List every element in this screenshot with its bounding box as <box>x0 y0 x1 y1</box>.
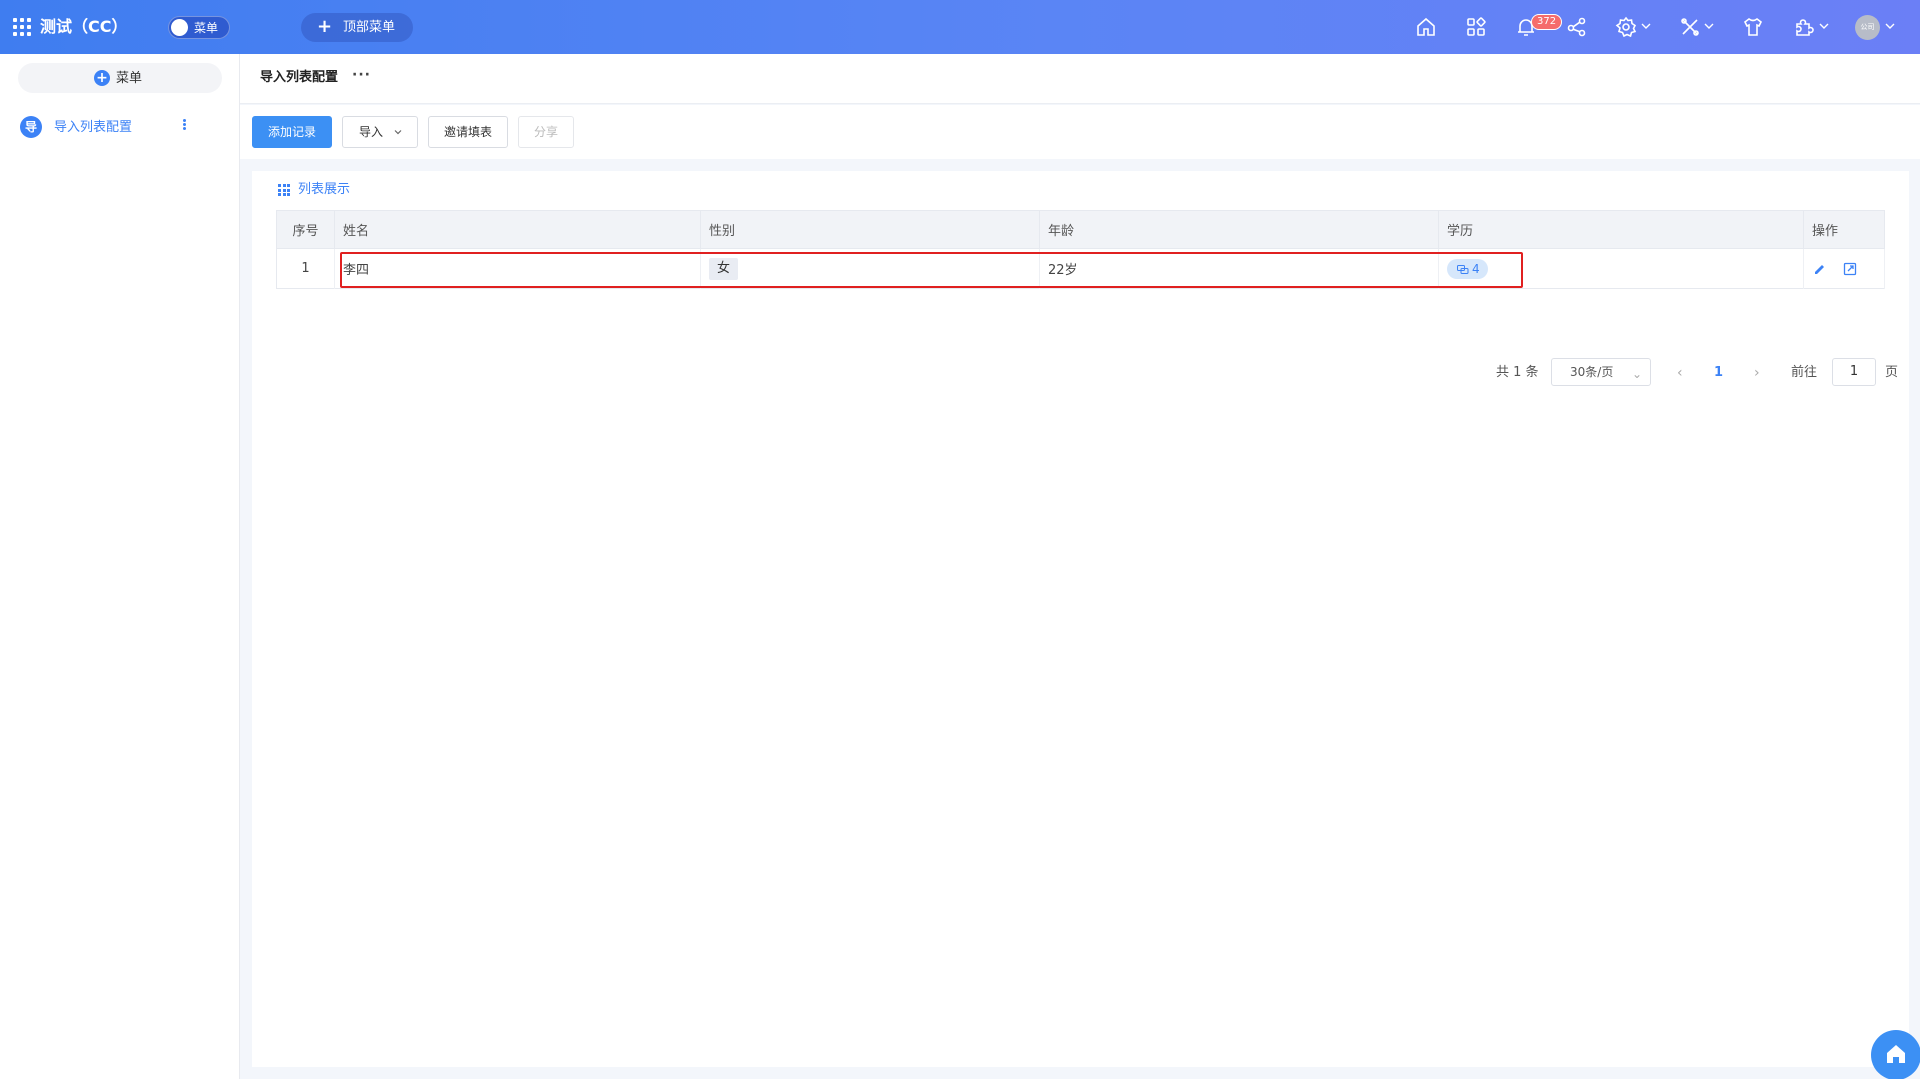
toolbar: 添加记录 导入 邀请填表 分享 <box>240 105 1920 159</box>
add-record-button[interactable]: 添加记录 <box>252 116 332 148</box>
import-label: 导入 <box>359 125 384 139</box>
top-header-bar: 测试（CC） 菜单 + 顶部菜单 372 公司 <box>0 0 1920 54</box>
more-options-icon[interactable]: ··· <box>352 67 371 83</box>
open-detail-icon[interactable] <box>1842 261 1858 277</box>
chevron-down-icon[interactable] <box>1884 19 1896 33</box>
next-page-icon[interactable]: › <box>1754 358 1760 388</box>
import-dropdown-button[interactable]: 导入 <box>342 116 418 148</box>
page-title: 导入列表配置 <box>260 70 339 85</box>
goto-label: 前往 <box>1791 365 1818 380</box>
chevron-down-icon <box>394 130 402 135</box>
add-menu-label: 菜单 <box>116 71 143 86</box>
goto-page-input[interactable]: 1 <box>1832 358 1876 386</box>
column-header-name: 姓名 <box>334 210 701 249</box>
grid-icon <box>278 184 290 196</box>
column-header-education: 学历 <box>1438 210 1804 249</box>
list-card: 列表展示 序号 姓名 性别 年龄 学历 操作 1 李四 女 22岁 4 共 1 … <box>252 171 1909 1067</box>
pagination-total: 共 1 条 <box>1496 365 1539 380</box>
top-menu-label: 顶部菜单 <box>343 20 396 35</box>
table-header-row: 序号 姓名 性别 年龄 学历 操作 <box>276 210 1885 249</box>
share-icon[interactable] <box>1565 15 1589 39</box>
edit-icon[interactable] <box>1812 261 1828 277</box>
menu-toggle-label: 菜单 <box>194 21 219 35</box>
menu-toggle-switch[interactable]: 菜单 <box>168 16 230 39</box>
chevron-down-icon[interactable] <box>1818 19 1830 33</box>
row-highlight-box <box>340 252 1523 288</box>
page-size-select[interactable]: 30条/页 ⌄ <box>1551 358 1651 386</box>
home-icon <box>1887 1045 1905 1063</box>
plus-icon: + <box>317 16 333 37</box>
settings-icon[interactable] <box>1614 15 1638 39</box>
toggle-knob <box>171 19 188 36</box>
tools-icon[interactable] <box>1678 15 1702 39</box>
avatar[interactable]: 公司 <box>1855 15 1880 40</box>
chevron-down-icon[interactable] <box>1640 19 1652 33</box>
page-header: 导入列表配置 ··· <box>240 54 1920 104</box>
current-page-number[interactable]: 1 <box>1714 358 1723 388</box>
column-header-age: 年龄 <box>1039 210 1439 249</box>
plus-circle-icon: + <box>94 70 110 86</box>
app-launcher-icon[interactable] <box>13 18 31 36</box>
sidebar-item-import-list-config[interactable]: 导 导入列表配置 <box>0 110 239 146</box>
main-content: 导入列表配置 ··· 添加记录 导入 邀请填表 分享 列表展示 序号 姓名 性别 <box>240 54 1920 1079</box>
shirt-icon[interactable] <box>1741 15 1765 39</box>
column-header-actions: 操作 <box>1803 210 1885 249</box>
apps-grid-icon[interactable] <box>1464 15 1488 39</box>
list-view-label[interactable]: 列表展示 <box>298 182 350 198</box>
more-vertical-icon[interactable] <box>183 118 187 134</box>
app-title: 测试（CC） <box>40 17 128 36</box>
puzzle-icon[interactable] <box>1792 15 1816 39</box>
chevron-down-icon[interactable] <box>1703 19 1715 33</box>
chevron-down-icon: ⌄ <box>1631 367 1642 381</box>
home-icon[interactable] <box>1414 15 1438 39</box>
prev-page-icon[interactable]: ‹ <box>1677 358 1683 388</box>
sidebar-item-label: 导入列表配置 <box>54 120 133 135</box>
cell-index: 1 <box>276 248 335 289</box>
floating-home-button[interactable] <box>1871 1030 1920 1079</box>
sidebar: + 菜单 导 导入列表配置 <box>0 54 240 1079</box>
add-menu-button[interactable]: + 菜单 <box>18 63 222 93</box>
notification-badge: 372 <box>1531 14 1563 30</box>
share-button[interactable]: 分享 <box>518 116 574 148</box>
invite-fill-button[interactable]: 邀请填表 <box>428 116 508 148</box>
import-icon: 导 <box>20 116 42 138</box>
page-size-label: 30条/页 <box>1570 365 1614 379</box>
cell-actions <box>1803 248 1885 289</box>
column-header-index: 序号 <box>276 210 335 249</box>
column-header-gender: 性别 <box>700 210 1040 249</box>
add-top-menu-button[interactable]: + 顶部菜单 <box>301 13 413 42</box>
page-suffix-label: 页 <box>1885 365 1899 380</box>
